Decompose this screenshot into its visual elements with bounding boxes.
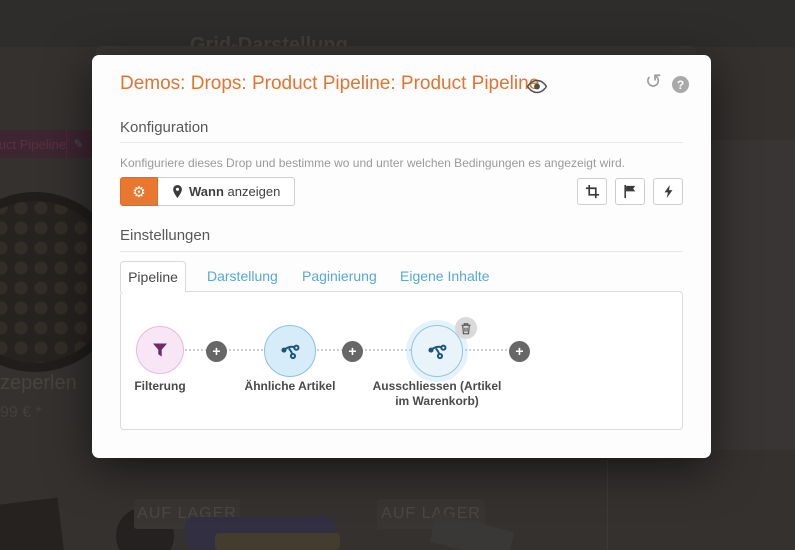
tab-pipeline[interactable]: Pipeline (120, 261, 186, 292)
screen: Grid-Darstellung Product Pipeline ✎ zepe… (0, 0, 795, 550)
branch-icon (428, 344, 447, 360)
undo-icon[interactable]: ↺ (645, 72, 662, 92)
tab-darstellung[interactable]: Darstellung (207, 268, 278, 284)
location-pin-icon (173, 184, 182, 199)
background-banner-title: Product Pipeline (0, 136, 66, 152)
einstellungen-heading: Einstellungen (120, 227, 211, 244)
background-product-thumb (0, 497, 66, 550)
trash-icon (461, 322, 471, 334)
background-column-divider (607, 460, 608, 550)
background-right-panel (705, 140, 795, 450)
pencil-icon: ✎ (66, 130, 90, 158)
wann-anzeigen-button[interactable]: Wann anzeigen (158, 177, 296, 206)
delete-step-button[interactable] (455, 317, 477, 339)
background-pipeline-banner: Product Pipeline ✎ (0, 130, 92, 158)
crop-icon (585, 184, 599, 199)
step-label: Ausschliessen (Artikel im Warenkorb) (372, 379, 502, 408)
konfiguration-description: Konfiguriere dieses Drop und bestimme wo… (120, 156, 625, 170)
divider (120, 251, 683, 252)
settings-gear-button[interactable]: ⚙ (120, 177, 158, 206)
step-label: Ähnliche Artikel (244, 379, 336, 393)
pipeline-panel (120, 291, 683, 430)
help-icon[interactable]: ? (672, 76, 689, 93)
add-step-button[interactable]: + (509, 341, 530, 362)
tab-paginierung[interactable]: Paginierung (302, 268, 377, 284)
add-step-button[interactable]: + (206, 341, 227, 362)
background-product-thumb (215, 533, 340, 550)
branch-icon (281, 344, 300, 360)
background-product-name: zeperlen (0, 372, 77, 394)
background-top-band (0, 0, 795, 47)
funnel-icon (153, 343, 167, 357)
background-product-price: 99 € * (0, 404, 42, 421)
wann-label-rest: anzeigen (227, 184, 281, 199)
flag-icon (624, 184, 636, 199)
step-label: Filterung (134, 379, 186, 393)
gear-icon: ⚙ (132, 183, 146, 201)
wann-label-bold: Wann (189, 184, 224, 199)
crop-button[interactable] (577, 178, 607, 205)
eye-icon[interactable] (526, 79, 548, 94)
add-step-button[interactable]: + (342, 341, 363, 362)
tab-eigene-inhalte[interactable]: Eigene Inhalte (400, 268, 490, 284)
lightning-bolt-icon (664, 184, 672, 199)
modal-title: Demos: Drops: Product Pipeline: Product … (120, 73, 540, 94)
flag-button[interactable] (615, 178, 645, 205)
drop-config-modal[interactable]: Demos: Drops: Product Pipeline: Product … (92, 55, 711, 458)
divider (120, 142, 683, 143)
konfiguration-heading: Konfiguration (120, 119, 209, 136)
actions-button[interactable] (653, 178, 683, 205)
pipeline-step-filterung[interactable] (136, 326, 184, 374)
pipeline-step-aehnliche-artikel[interactable] (264, 325, 316, 377)
display-condition-button-group: ⚙ Wann anzeigen (120, 177, 296, 206)
